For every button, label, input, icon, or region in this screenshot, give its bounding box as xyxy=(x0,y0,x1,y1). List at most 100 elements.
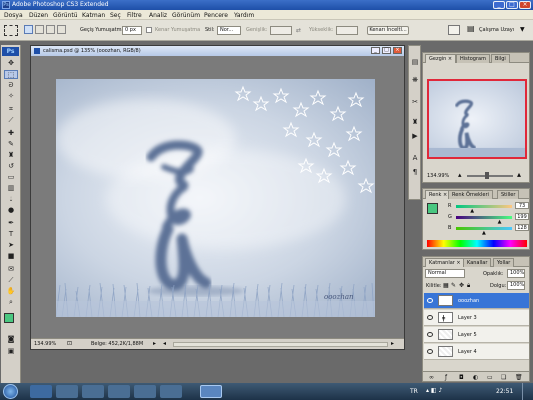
slider-g[interactable] xyxy=(456,216,512,219)
tab-info[interactable]: Bilgi xyxy=(491,54,510,63)
tool-presets-icon[interactable]: ✂ xyxy=(410,98,420,107)
color-spectrum-bar[interactable] xyxy=(427,240,527,247)
doc-close-button[interactable]: × xyxy=(393,47,402,54)
foreground-swatch[interactable] xyxy=(427,203,438,214)
slider-r-handle[interactable]: ▲ xyxy=(470,208,474,214)
close-button[interactable]: × xyxy=(519,1,531,9)
eraser-tool-icon[interactable]: ▭ xyxy=(4,173,18,182)
zoom-slider-handle[interactable] xyxy=(485,172,489,179)
dodge-tool-icon[interactable]: ● xyxy=(4,206,18,215)
lock-pixels-icon[interactable]: ✎ xyxy=(451,282,456,289)
scroll-left-icon[interactable]: ◂ xyxy=(163,340,166,347)
language-indicator[interactable]: TR xyxy=(410,388,418,395)
menu-item-filtre[interactable]: Filtre xyxy=(127,12,142,19)
show-desktop-button[interactable] xyxy=(522,383,533,400)
antialias-checkbox[interactable] xyxy=(146,27,152,33)
brush-tool-icon[interactable]: ✎ xyxy=(4,140,18,149)
delete-layer-icon[interactable]: 🗑︎ xyxy=(515,374,523,381)
hand-tool-icon[interactable]: ✋ xyxy=(4,287,18,296)
tab-styles[interactable]: Stiller xyxy=(497,190,520,199)
lock-transparency-icon[interactable]: ▦ xyxy=(443,282,449,289)
menu-item-analiz[interactable]: Analiz xyxy=(149,12,167,19)
subtract-selection-icon[interactable] xyxy=(46,25,55,34)
layer-mask-icon[interactable]: ◘ xyxy=(459,374,464,381)
history-brush-icon[interactable]: ↺ xyxy=(4,162,18,171)
shape-tool-icon[interactable]: ■ xyxy=(4,252,18,261)
taskbar-media-icon[interactable] xyxy=(82,385,104,398)
start-button[interactable] xyxy=(3,384,18,399)
layer-row-layer-4[interactable]: Layer 4 xyxy=(424,344,529,360)
layer-style-icon[interactable]: ƒ xyxy=(445,374,447,381)
navigator-thumbnail[interactable] xyxy=(427,79,527,159)
taskbar-app-icon-2[interactable] xyxy=(134,385,156,398)
clone-source-icon[interactable]: ♜ xyxy=(410,118,420,127)
visibility-eye-icon[interactable] xyxy=(427,315,433,320)
status-menu-arrow-icon[interactable]: ▸ xyxy=(153,340,156,347)
visibility-eye-icon[interactable] xyxy=(427,332,433,337)
new-layer-icon[interactable]: ❏ xyxy=(501,374,506,381)
minimize-button[interactable]: _ xyxy=(493,1,505,9)
channel-value-r[interactable]: 73 xyxy=(515,202,529,209)
slider-b-handle[interactable]: ▲ xyxy=(482,230,486,236)
crop-tool-icon[interactable]: ⌗ xyxy=(4,105,18,114)
foreground-color-swatch[interactable] xyxy=(4,313,14,323)
screen-mode-icon[interactable]: ▣ xyxy=(4,347,18,356)
menu-item-goruntu[interactable]: Görüntü xyxy=(53,12,78,19)
notes-tool-icon[interactable]: ✉ xyxy=(4,265,18,274)
swap-icon[interactable]: ⇄ xyxy=(296,27,304,34)
tab-channels[interactable]: Kanallar xyxy=(463,258,492,267)
layer-row-layer-5[interactable]: Layer 5 xyxy=(424,327,529,343)
quick-mask-icon[interactable]: ◙ xyxy=(4,335,18,344)
actions-icon[interactable]: ▶ xyxy=(410,132,420,141)
paragraph-icon[interactable]: ¶ xyxy=(410,168,420,177)
menu-item-dosya[interactable]: Dosya xyxy=(4,12,23,19)
tray-icons[interactable]: ▴ ◧ ♪ xyxy=(426,387,442,394)
zoom-in-icon[interactable]: ▴ xyxy=(517,170,521,179)
adjustment-layer-icon[interactable]: ◐ xyxy=(473,374,478,381)
opacity-input[interactable]: 100% xyxy=(507,269,525,278)
channel-value-b[interactable]: 128 xyxy=(515,224,529,231)
blend-mode-select[interactable]: Normal xyxy=(425,269,465,278)
lock-position-icon[interactable]: ✥ xyxy=(459,282,464,289)
link-layers-icon[interactable]: ∞ xyxy=(429,374,434,381)
layer-row-layer-3[interactable]: ǂ Layer 3 xyxy=(424,310,529,326)
tab-swatches[interactable]: Renk Örnekleri xyxy=(448,190,493,199)
height-input[interactable] xyxy=(336,26,358,35)
palette-well-icon[interactable] xyxy=(448,25,460,35)
visibility-eye-icon[interactable] xyxy=(427,298,433,303)
taskbar-app-icon-3[interactable] xyxy=(160,385,182,398)
zoom-slider[interactable] xyxy=(467,175,513,177)
tab-paths[interactable]: Yollar xyxy=(493,258,515,267)
move-tool-icon[interactable]: ✥ xyxy=(4,59,18,68)
width-input[interactable] xyxy=(270,26,292,35)
slider-r[interactable] xyxy=(456,205,512,208)
pen-tool-icon[interactable]: ✒ xyxy=(4,219,18,228)
menu-item-katman[interactable]: Katman xyxy=(82,12,105,19)
workspace-button[interactable]: Çalışma Uzayı xyxy=(479,27,514,33)
layer-comps-icon[interactable]: ▤ xyxy=(410,58,420,67)
lasso-tool-icon[interactable]: ᘐ xyxy=(4,81,18,90)
taskbar-ie-icon[interactable] xyxy=(30,385,52,398)
menu-item-duzen[interactable]: Düzen xyxy=(29,12,48,19)
chevron-down-icon[interactable]: ▼ xyxy=(520,26,525,33)
clone-stamp-icon[interactable]: ♜ xyxy=(4,151,18,160)
magic-wand-tool-icon[interactable]: ✧ xyxy=(4,92,18,101)
gradient-tool-icon[interactable]: ▥ xyxy=(4,184,18,193)
path-selection-icon[interactable]: ➤ xyxy=(4,241,18,250)
image-canvas[interactable]: ooozhan xyxy=(56,79,375,317)
scroll-right-icon[interactable]: ▸ xyxy=(391,340,394,347)
visibility-eye-icon[interactable] xyxy=(427,349,433,354)
doc-maximize-button[interactable]: □ xyxy=(382,47,391,54)
menu-item-pencere[interactable]: Pencere xyxy=(204,12,228,19)
healing-brush-icon[interactable]: ✚ xyxy=(4,129,18,138)
navigator-view-box[interactable] xyxy=(427,79,527,159)
layer-row-ooozhan[interactable]: ooozhan xyxy=(424,293,529,309)
eyedropper-tool-icon[interactable]: ⟋ xyxy=(4,276,18,285)
lock-all-icon[interactable]: 🔒︎ xyxy=(467,282,470,290)
channel-value-g[interactable]: 199 xyxy=(515,213,529,220)
feather-input[interactable]: 0 px xyxy=(122,26,142,35)
blur-tool-icon[interactable]: 💧︎ xyxy=(4,195,18,204)
zoom-tool-icon[interactable]: ⌕ xyxy=(4,298,18,307)
style-select[interactable]: Nor... xyxy=(217,26,241,35)
taskbar-app-icon[interactable] xyxy=(108,385,130,398)
